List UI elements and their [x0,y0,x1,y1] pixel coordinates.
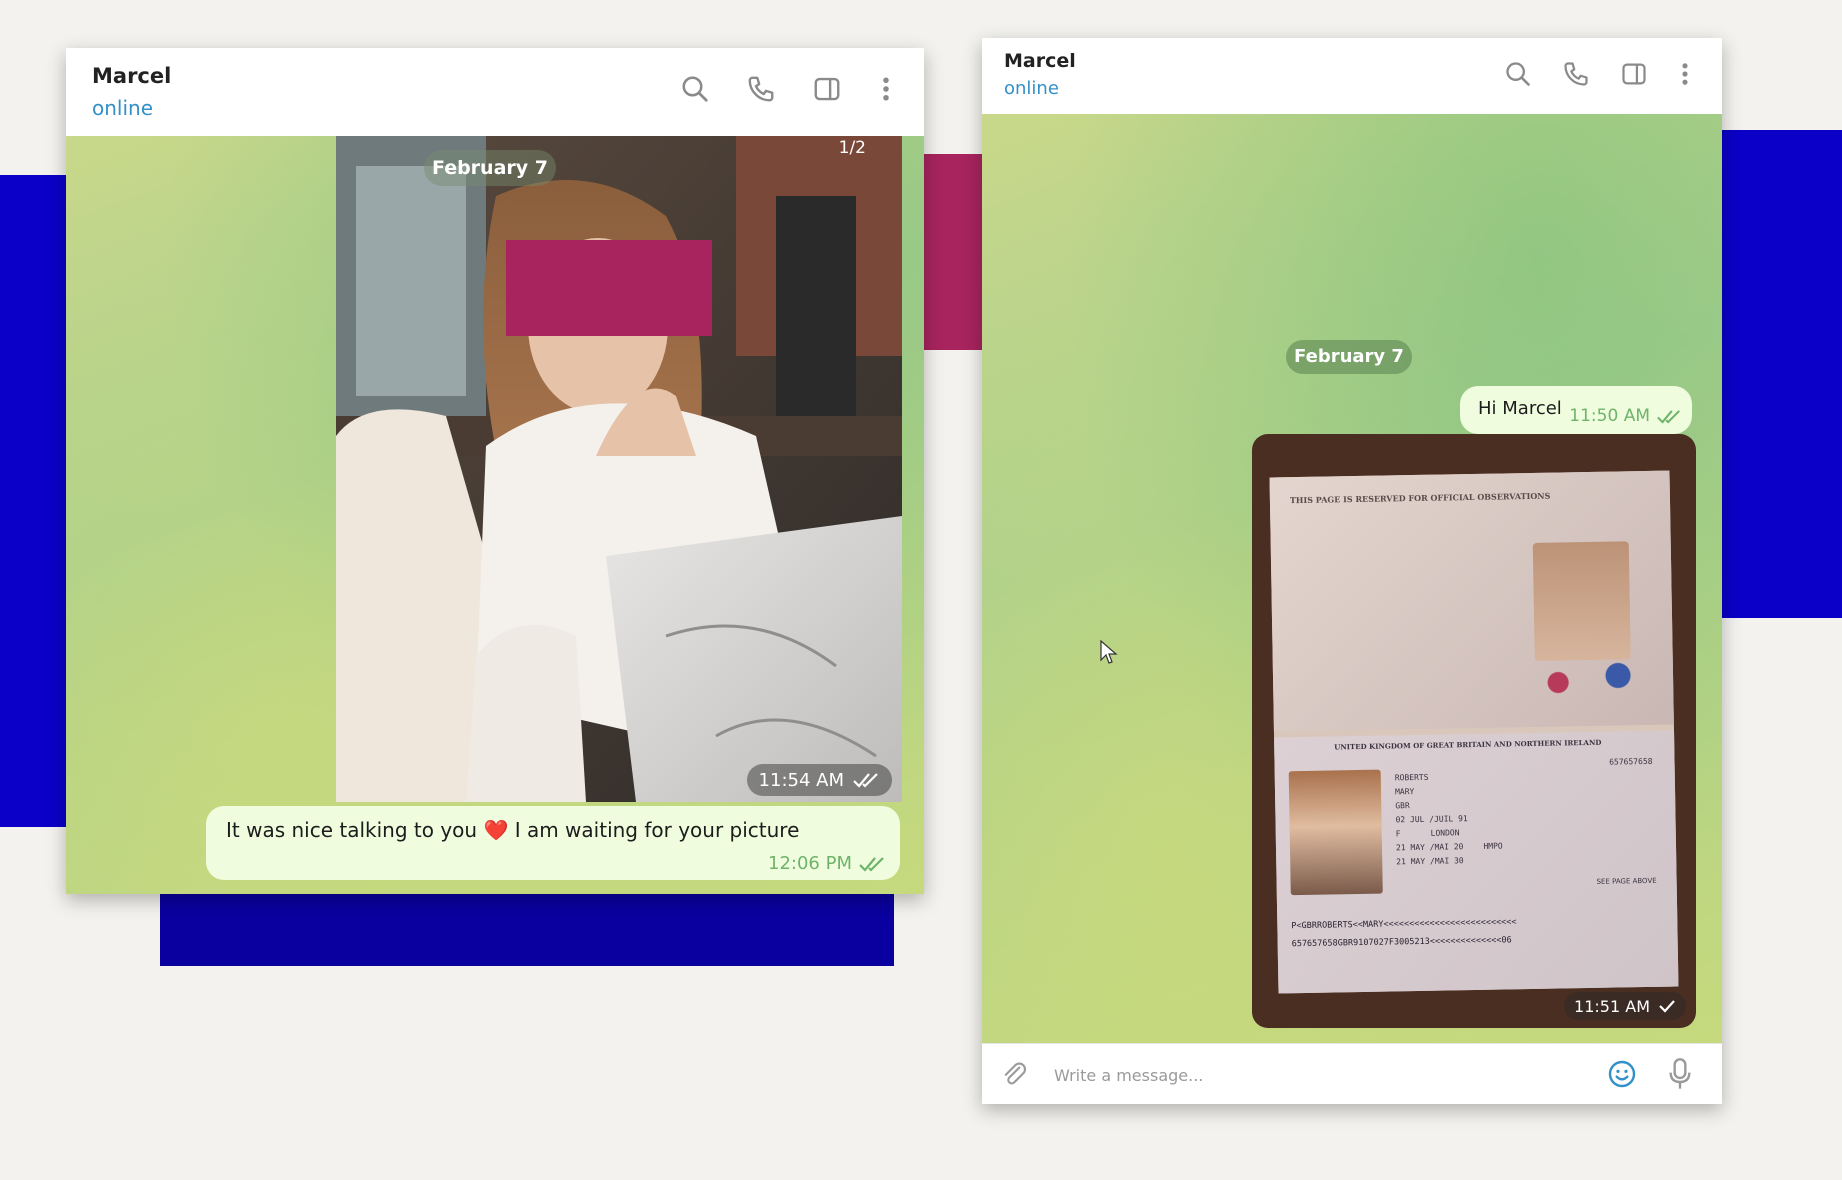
chat-window-right: Marcel online February 7 Hi Marcel 11:50… [982,38,1722,1104]
passport-top-notice: THIS PAGE IS RESERVED FOR OFFICIAL OBSER… [1289,490,1551,506]
passport-issue-date: 21 MAY /MAI 20 [1395,842,1464,853]
date-separator: February 7 [1286,340,1412,374]
sidebar-icon[interactable] [812,74,842,104]
header-actions [1504,60,1692,88]
chat-area: February 7 1/2 11:54 AM It was nice talk… [66,136,924,894]
message-meta: 12:06 PM [768,853,886,874]
more-icon[interactable] [878,74,894,104]
contact-name[interactable]: Marcel [92,64,171,88]
more-icon[interactable] [1678,60,1692,88]
passport-expiry: 21 MAY /MAI 30 [1396,856,1464,867]
search-icon[interactable] [1504,60,1532,88]
photo-counter: 1/2 [838,138,866,158]
photo-message[interactable]: February 7 1/2 11:54 AM [336,136,902,802]
passport-authority: HMPO [1483,841,1503,851]
passport-fields: ROBERTS MARY GBR 02 JUL /JUIL 91 F LONDON… [1395,770,1503,870]
phone-icon[interactable] [1562,60,1590,88]
passport-book: THIS PAGE IS RESERVED FOR OFFICIAL OBSER… [1269,470,1679,994]
passport-pob: LONDON [1430,828,1460,838]
passport-mrz: P<GBRROBERTS<<MARY<<<<<<<<<<<<<<<<<<<<<<… [1291,913,1517,953]
passport-number: 657657658 [1609,756,1653,767]
attach-icon[interactable] [1000,1060,1028,1088]
passport-issuer: UNITED KINGDOM OF GREAT BRITAIN AND NORT… [1334,737,1602,752]
header-actions [680,74,894,104]
photo-time: 11:51 AM [1574,996,1650,1016]
double-check-icon [853,773,878,788]
chat-header: Marcel online [982,38,1722,114]
passport-data-page: UNITED KINGDOM OF GREAT BRITAIN AND NORT… [1274,730,1679,994]
decor-magenta [920,154,982,350]
contact-status: online [1004,78,1059,99]
message-text: It was nice talking to you ❤️ I am waiti… [226,818,800,842]
message-meta: 11:50 AM [1569,406,1682,426]
chat-header: Marcel online [66,48,924,136]
contact-status: online [92,96,154,120]
photo-time-badge: 11:51 AM [1564,992,1686,1020]
passport-ghost-photo [1532,541,1631,661]
photo-time-badge: 11:54 AM [746,764,892,796]
decor-navy-bottom [160,890,894,966]
passport-see-page: SEE PAGE ABOVE [1596,876,1657,886]
phone-icon[interactable] [746,74,776,104]
contact-name[interactable]: Marcel [1004,50,1076,72]
photo-message[interactable]: THIS PAGE IS RESERVED FOR OFFICIAL OBSER… [1252,434,1696,1028]
message-bubble[interactable]: Hi Marcel 11:50 AM [1460,386,1692,434]
message-input[interactable] [1052,1060,1576,1090]
passport-mrz-line-2: 657657658GBR9107027F3005213<<<<<<<<<<<<<… [1291,935,1512,950]
mouse-cursor-icon [1100,640,1118,664]
message-text: Hi Marcel [1478,398,1562,419]
passport-photo [1288,769,1383,896]
microphone-icon[interactable] [1664,1056,1696,1092]
message-composer [982,1043,1722,1104]
message-bubble[interactable]: It was nice talking to you ❤️ I am waiti… [206,806,900,880]
message-time: 12:06 PM [768,853,852,874]
passport-sex: F [1395,829,1401,839]
chat-window-left: Marcel online February 7 1/2 11:54 AM It… [66,48,924,894]
check-icon [1659,1000,1675,1013]
double-check-icon [1657,409,1680,424]
passport-floral-pattern [1512,650,1664,714]
sidebar-icon[interactable] [1620,60,1648,88]
date-separator: February 7 [424,150,556,186]
photo-time: 11:54 AM [758,769,844,791]
photo-woman-illustration [336,136,902,802]
chat-area: February 7 Hi Marcel 11:50 AM THIS PAGE … [982,114,1722,1044]
decor-blue-left [0,175,66,827]
decor-blue-right [1722,130,1842,618]
double-check-icon [859,856,884,872]
message-time: 11:50 AM [1569,406,1650,426]
search-icon[interactable] [680,74,710,104]
passport-top-page: THIS PAGE IS RESERVED FOR OFFICIAL OBSER… [1269,470,1674,732]
emoji-icon[interactable] [1606,1058,1638,1090]
